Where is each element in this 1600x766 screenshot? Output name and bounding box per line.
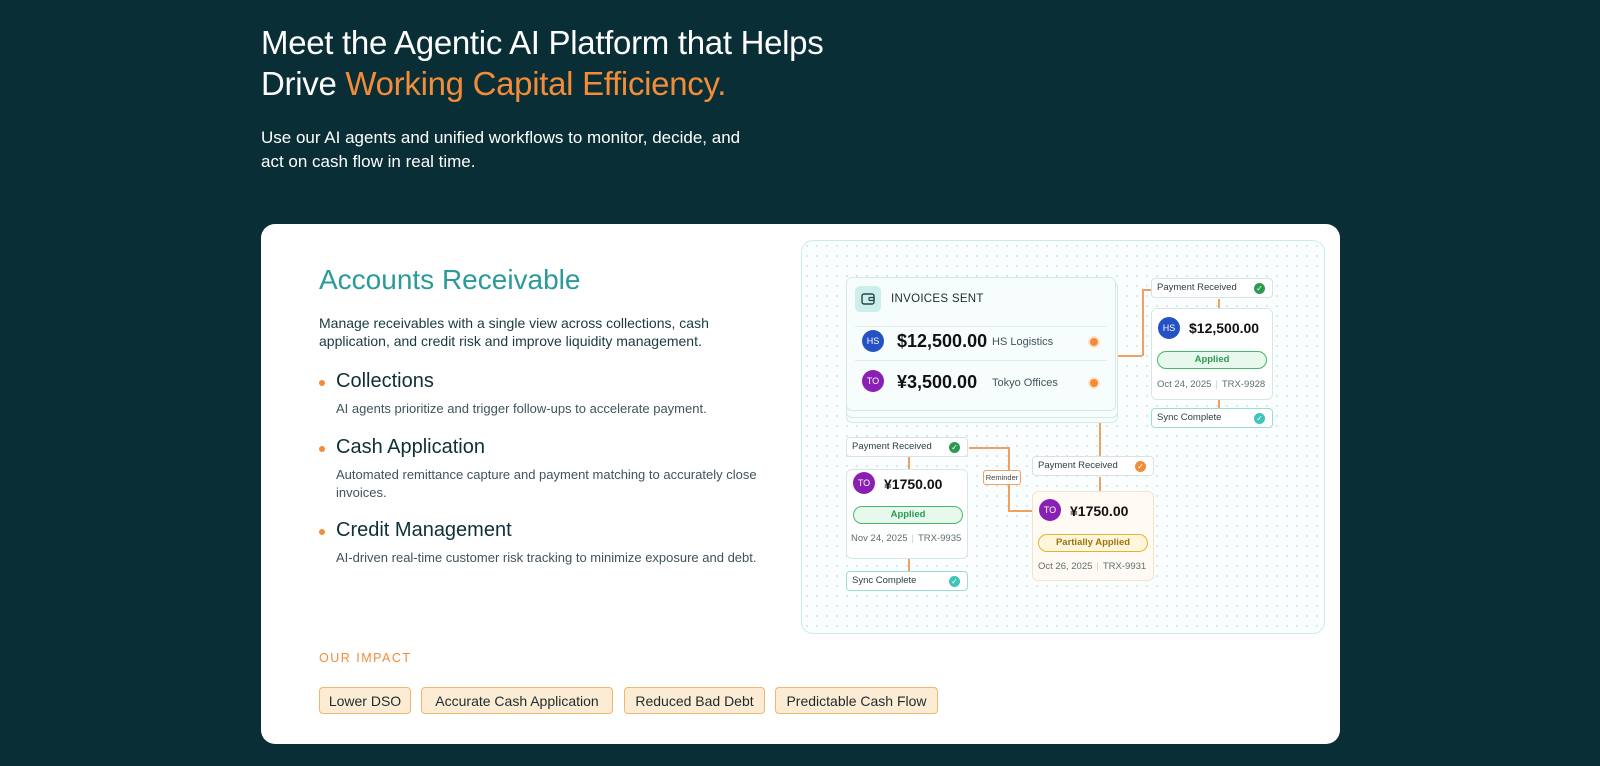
accounts-receivable-card: Accounts Receivable Manage receivables w… bbox=[261, 224, 1340, 744]
feature-description: Automated remittance capture and payment… bbox=[336, 467, 757, 500]
connector-line bbox=[1099, 477, 1101, 491]
connector-dot bbox=[1088, 377, 1100, 389]
invoice-amount: ¥3,500.00 bbox=[897, 372, 978, 392]
feature-title: Credit Management bbox=[336, 519, 512, 541]
transaction-id: TRX-9935 bbox=[917, 533, 962, 544]
payment-received-tag: Payment Received ✓ bbox=[846, 437, 968, 457]
impact-chip: Predictable Cash Flow bbox=[775, 687, 938, 714]
invoices-sent-header: INVOICES SENT bbox=[891, 293, 984, 305]
status-badge: Partially Applied bbox=[1038, 534, 1148, 552]
status-badge: Applied bbox=[853, 506, 963, 524]
to-payment-card-partial: TO ¥1750.00 Partially Applied Oct 26, 20… bbox=[1032, 491, 1154, 581]
bullet-icon bbox=[319, 529, 325, 535]
connector-dot bbox=[1088, 336, 1100, 348]
check-icon: ✓ bbox=[949, 576, 960, 587]
check-icon: ✓ bbox=[949, 442, 960, 453]
transaction-id: TRX-9931 bbox=[1102, 561, 1147, 572]
payment-date: Nov 24, 2025 bbox=[851, 533, 908, 544]
avatar: HS bbox=[1158, 317, 1180, 339]
payment-amount: ¥1750.00 bbox=[1070, 503, 1129, 519]
hs-payment-card: HS $12,500.00 Applied Oct 24, 2025 | TRX-9… bbox=[1151, 308, 1273, 400]
wallet-icon bbox=[855, 286, 881, 312]
divider bbox=[855, 360, 1107, 361]
feature-title: Cash Application bbox=[336, 436, 485, 458]
status-badge: Applied bbox=[1157, 351, 1267, 369]
tag-label: Sync Complete bbox=[1157, 412, 1222, 423]
bullet-icon bbox=[319, 380, 325, 386]
hero-title-accent: Working Capital Efficiency. bbox=[345, 65, 727, 102]
avatar: TO bbox=[862, 370, 884, 392]
invoice-company: Tokyo Offices bbox=[992, 377, 1058, 389]
connector-line bbox=[1142, 289, 1144, 356]
impact-chip: Lower DSO bbox=[319, 687, 411, 714]
hero-title-line1: Meet the Agentic AI Platform that Helps bbox=[261, 24, 824, 61]
check-icon: ✓ bbox=[1254, 283, 1265, 294]
connector-line bbox=[969, 447, 1009, 449]
tag-label: Payment Received bbox=[1038, 460, 1118, 471]
payment-meta: Nov 24, 2025 | TRX-9935 bbox=[851, 533, 962, 544]
reminder-tag: Reminder bbox=[983, 470, 1021, 485]
avatar: HS bbox=[862, 330, 884, 352]
payment-date: Oct 24, 2025 bbox=[1157, 379, 1212, 390]
transaction-id: TRX-9928 bbox=[1221, 379, 1266, 390]
connector-line bbox=[908, 559, 910, 571]
feature-title: Collections bbox=[336, 370, 434, 392]
payment-date: Oct 26, 2025 bbox=[1038, 561, 1093, 572]
impact-chip: Reduced Bad Debt bbox=[624, 687, 765, 714]
to-payment-card-applied: TO ¥1750.00 Applied Nov 24, 2025 | TRX-993… bbox=[846, 469, 968, 559]
sync-complete-tag: Sync Complete ✓ bbox=[1151, 408, 1273, 428]
payment-amount: ¥1750.00 bbox=[884, 476, 943, 492]
hero-title-line2-prefix: Drive bbox=[261, 65, 346, 102]
section-title: Accounts Receivable bbox=[319, 264, 581, 295]
avatar: TO bbox=[853, 472, 875, 494]
sync-complete-tag: Sync Complete ✓ bbox=[846, 571, 968, 591]
avatar: TO bbox=[1039, 499, 1061, 521]
tag-label: Payment Received bbox=[1157, 282, 1237, 293]
tag-label: Sync Complete bbox=[852, 575, 917, 586]
bullet-icon bbox=[319, 446, 325, 452]
hero-subtitle: Use our AI agents and unified workflows … bbox=[261, 128, 741, 171]
section-description: Manage receivables with a single view ac… bbox=[319, 315, 709, 349]
impact-label: OUR IMPACT bbox=[319, 651, 412, 665]
payment-meta: Oct 24, 2025 | TRX-9928 bbox=[1157, 379, 1266, 390]
feature-description: AI-driven real-time customer risk tracki… bbox=[336, 550, 757, 565]
invoices-sent-card: INVOICES SENT HS $12,500.00 HS Logistics… bbox=[846, 277, 1116, 411]
check-icon: ✓ bbox=[1135, 461, 1146, 472]
ar-workflow-diagram: INVOICES SENT HS $12,500.00 HS Logistics… bbox=[801, 240, 1325, 634]
payment-received-tag: Payment Received ✓ bbox=[1151, 278, 1273, 298]
tag-label: Payment Received bbox=[852, 441, 932, 452]
payment-amount: $12,500.00 bbox=[1189, 320, 1260, 336]
impact-chip: Accurate Cash Application bbox=[421, 687, 613, 714]
divider bbox=[855, 326, 1107, 327]
payment-meta: Oct 26, 2025 | TRX-9931 bbox=[1038, 561, 1147, 572]
payment-received-tag: Payment Received ✓ bbox=[1032, 456, 1154, 476]
connector-line bbox=[908, 456, 910, 470]
feature-description: AI agents prioritize and trigger follow-… bbox=[336, 401, 707, 416]
hero-title: Meet the Agentic AI Platform that Helps D… bbox=[261, 22, 961, 104]
invoice-amount: $12,500.00 bbox=[897, 331, 988, 351]
invoice-company: HS Logistics bbox=[992, 336, 1054, 348]
check-icon: ✓ bbox=[1254, 413, 1265, 424]
